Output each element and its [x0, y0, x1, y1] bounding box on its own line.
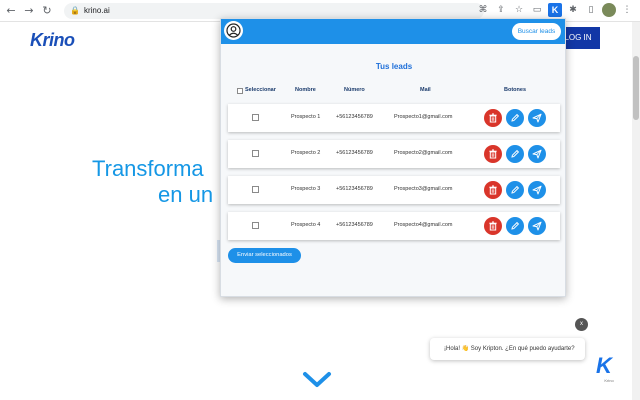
trash-icon: [489, 185, 497, 195]
edit-button[interactable]: [506, 145, 524, 163]
row-mail: Prospecto3@gmail.com: [394, 186, 453, 192]
row-checkbox[interactable]: [252, 150, 259, 157]
table-row: Prospecto 4 +56123456789 Prospecto4@gmai…: [228, 212, 560, 240]
send-button[interactable]: [528, 217, 546, 235]
row-mail: Prospecto1@gmail.com: [394, 114, 453, 120]
window-icon[interactable]: ▭: [530, 3, 544, 17]
page-scrollbar[interactable]: [632, 22, 640, 400]
row-number: +56123456789: [336, 186, 373, 192]
send-button[interactable]: [528, 109, 546, 127]
row-mail: Prospecto2@gmail.com: [394, 150, 453, 156]
row-mail: Prospecto4@gmail.com: [394, 222, 453, 228]
sidebar-icon[interactable]: ▯: [584, 3, 598, 17]
column-header-number: Número: [344, 87, 365, 93]
column-header-buttons: Botones: [504, 87, 526, 93]
delete-button[interactable]: [484, 181, 502, 199]
row-name: Prospecto 3: [291, 186, 321, 192]
paper-plane-icon: [532, 149, 542, 159]
site-logo[interactable]: Krino: [30, 30, 75, 51]
krino-extension-icon[interactable]: K: [548, 3, 562, 17]
trash-icon: [489, 113, 497, 123]
hero-heading-line1: Transforma: [92, 156, 204, 181]
popup-title: Tus leads: [375, 62, 413, 71]
paper-plane-icon: [532, 113, 542, 123]
lock-icon: 🔒: [70, 6, 80, 15]
delete-button[interactable]: [484, 109, 502, 127]
pencil-icon: [511, 221, 520, 230]
pencil-icon: [511, 185, 520, 194]
translate-icon[interactable]: ⌘: [476, 3, 490, 17]
column-header-mail: Mail: [420, 87, 431, 93]
user-icon[interactable]: [224, 21, 243, 40]
reload-icon[interactable]: ↻: [40, 4, 54, 18]
hero-heading-line2: en un: [158, 182, 214, 207]
table-row: Prospecto 2 +56123456789 Prospecto2@gmai…: [228, 140, 560, 168]
menu-icon[interactable]: ⋮: [620, 3, 634, 17]
edit-button[interactable]: [506, 217, 524, 235]
send-selected-button[interactable]: Enviar seleccionados: [228, 248, 301, 263]
row-checkbox[interactable]: [252, 222, 259, 229]
trash-icon: [489, 221, 497, 231]
row-name: Prospecto 4: [291, 222, 321, 228]
paper-plane-icon: [532, 185, 542, 195]
column-header-name: Nombre: [295, 87, 316, 93]
url-text: krino.ai: [83, 6, 110, 15]
row-number: +56123456789: [336, 150, 373, 156]
address-bar[interactable]: 🔒 krino.ai: [64, 2, 484, 19]
forward-icon[interactable]: →: [22, 4, 36, 18]
row-number: +56123456789: [336, 114, 373, 120]
row-name: Prospecto 1: [291, 114, 321, 120]
delete-button[interactable]: [484, 217, 502, 235]
pencil-icon: [511, 113, 520, 122]
browser-extensions: ⌘ ⇪ ☆ ▭ K ✱ ▯ ⋮: [476, 3, 634, 17]
back-icon[interactable]: ←: [4, 4, 18, 18]
chevron-down-icon[interactable]: [302, 370, 332, 390]
popup-header: Buscar leads: [221, 19, 565, 44]
trash-icon: [489, 149, 497, 159]
chat-logo-caption: Krino: [604, 378, 614, 383]
star-icon[interactable]: ☆: [512, 3, 526, 17]
row-number: +56123456789: [336, 222, 373, 228]
edit-button[interactable]: [506, 181, 524, 199]
search-leads-button[interactable]: Buscar leads: [512, 23, 561, 40]
select-all-checkbox[interactable]: [237, 88, 243, 94]
share-icon[interactable]: ⇪: [494, 3, 508, 17]
column-header-select: Seleccionar: [245, 87, 276, 93]
chat-greeting-bubble[interactable]: ¡Hola! 👋 Soy Kripton. ¿En qué puedo ayud…: [430, 338, 585, 360]
table-row: Prospecto 3 +56123456789 Prospecto3@gmai…: [228, 176, 560, 204]
row-checkbox[interactable]: [252, 114, 259, 121]
delete-button[interactable]: [484, 145, 502, 163]
puzzle-icon[interactable]: ✱: [566, 3, 580, 17]
chat-launcher[interactable]: K Krino: [596, 354, 622, 384]
pencil-icon: [511, 149, 520, 158]
row-checkbox[interactable]: [252, 186, 259, 193]
chat-logo-icon: K: [596, 353, 612, 378]
send-button[interactable]: [528, 145, 546, 163]
scroll-thumb[interactable]: [633, 56, 639, 120]
table-row: Prospecto 1 +56123456789 Prospecto1@gmai…: [228, 104, 560, 132]
leads-popup: Buscar leads Tus leads Seleccionar Nombr…: [220, 18, 566, 297]
chat-close-button[interactable]: x: [575, 318, 588, 331]
send-button[interactable]: [528, 181, 546, 199]
edit-button[interactable]: [506, 109, 524, 127]
paper-plane-icon: [532, 221, 542, 231]
row-name: Prospecto 2: [291, 150, 321, 156]
profile-avatar[interactable]: [602, 3, 616, 17]
